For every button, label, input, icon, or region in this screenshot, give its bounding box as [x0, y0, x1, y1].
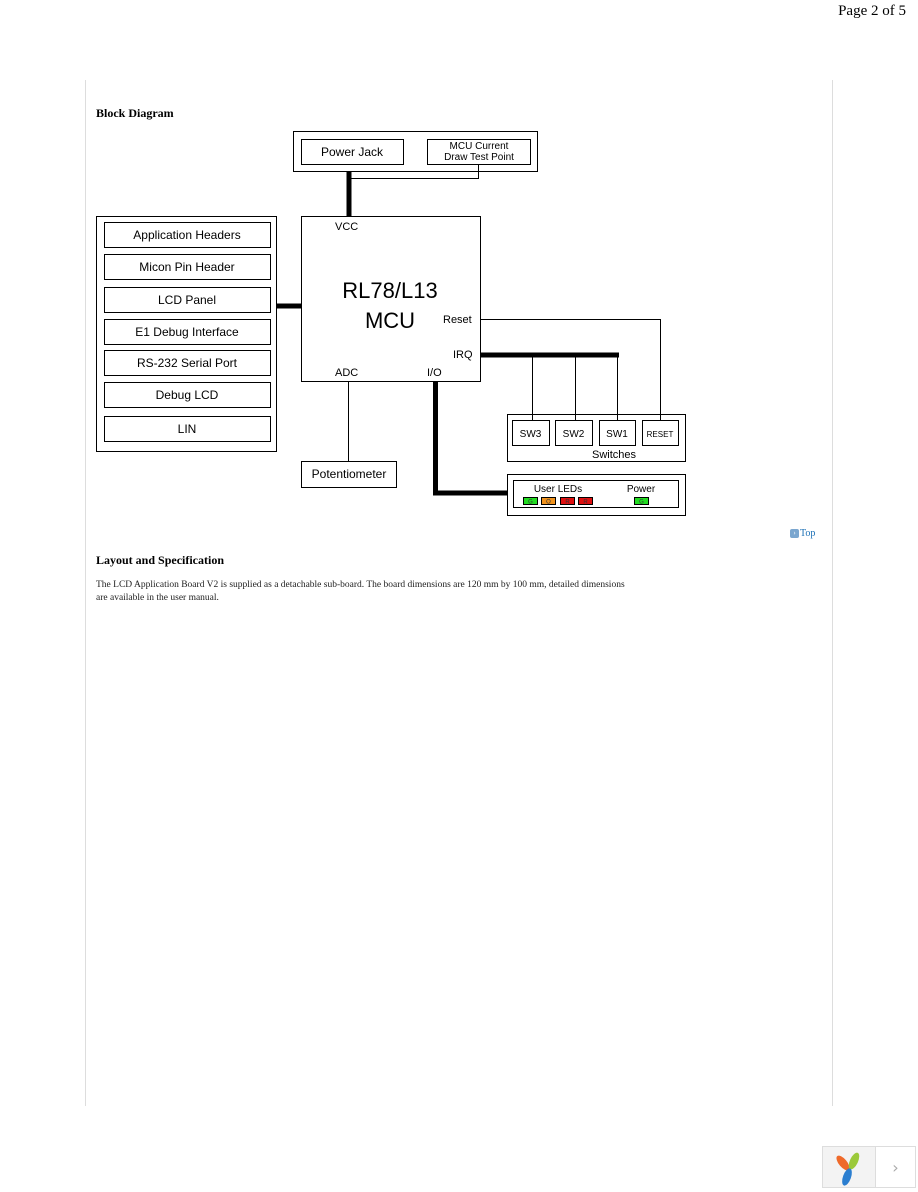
- top-link-label[interactable]: Top: [800, 528, 815, 539]
- peripheral-label: Debug LCD: [156, 388, 219, 402]
- switch-label: RESET: [647, 430, 674, 439]
- user-leds-label: User LEDs: [534, 484, 582, 495]
- mcu-subtitle: MCU: [365, 308, 415, 333]
- user-led-label: O: [546, 500, 551, 506]
- potentiometer-label: Potentiometer: [312, 467, 387, 481]
- reset-label: Reset: [443, 314, 472, 326]
- page-nav: ›: [822, 1146, 916, 1188]
- top-link[interactable]: › Top: [790, 528, 815, 539]
- peripheral-label: RS-232 Serial Port: [137, 356, 238, 370]
- test-point-label-2: Draw Test Point: [444, 152, 514, 163]
- switch-label: SW2: [563, 429, 585, 440]
- user-led-label: R: [565, 500, 570, 506]
- block-diagram: Power Jack MCU Current Draw Test Point V…: [96, 131, 686, 516]
- mcu-title: RL78/L13: [342, 278, 437, 303]
- layout-paragraph: The LCD Application Board V2 is supplied…: [96, 580, 625, 603]
- irq-label: IRQ: [453, 349, 473, 361]
- arrow-right-icon: ›: [790, 529, 799, 538]
- layout-heading: Layout and Specification: [96, 553, 225, 567]
- peripheral-label: E1 Debug Interface: [135, 325, 239, 339]
- test-point-label-1: MCU Current: [450, 141, 509, 152]
- power-led-label: G: [639, 500, 644, 506]
- peripheral-label: Application Headers: [133, 228, 240, 242]
- pinwheel-logo: [823, 1147, 876, 1187]
- chevron-right-icon[interactable]: ›: [876, 1147, 915, 1187]
- vcc-label: VCC: [335, 221, 358, 233]
- switch-label: SW3: [520, 429, 542, 440]
- switch-label: SW1: [606, 429, 628, 440]
- peripheral-label: Micon Pin Header: [139, 260, 234, 274]
- switches-label: Switches: [592, 449, 637, 461]
- io-label: I/O: [427, 367, 442, 379]
- reset-wire: [480, 319, 661, 420]
- peripheral-label: LIN: [178, 422, 197, 436]
- power-jack-label: Power Jack: [321, 145, 384, 159]
- user-led-label: R: [583, 500, 588, 506]
- adc-label: ADC: [335, 367, 358, 379]
- io-bus: [433, 381, 507, 496]
- power-label: Power: [627, 484, 656, 495]
- user-led-label: G: [528, 500, 533, 506]
- peripheral-label: LCD Panel: [158, 293, 216, 307]
